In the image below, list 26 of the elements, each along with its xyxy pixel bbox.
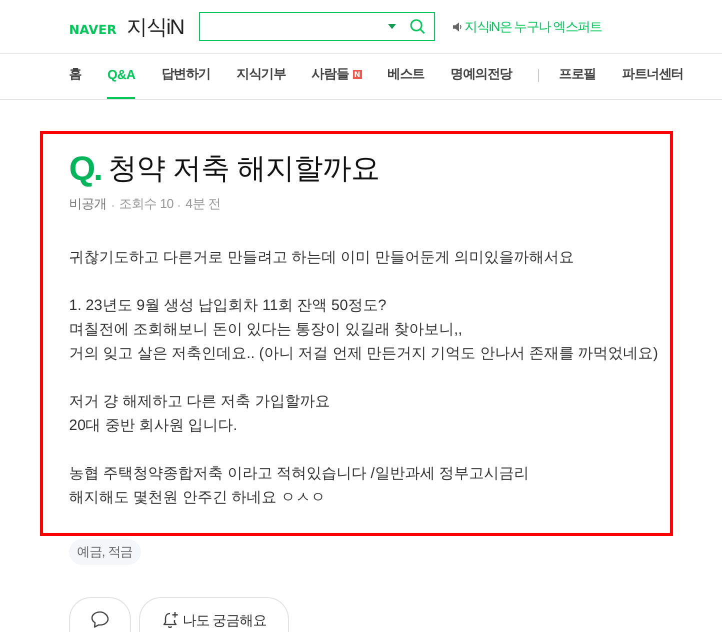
comment-button[interactable] [69,597,131,632]
bell-plus-icon [162,611,179,629]
meta-text: 4분 전 [185,195,221,213]
nav-tab[interactable]: 파트너센터 [622,54,684,99]
topic-tag[interactable]: 예금, 적금 [69,539,141,565]
nav-tab[interactable]: 지식기부 [236,54,286,99]
service-logo[interactable]: 지식iN [126,12,184,40]
body-paragraph: 저거 걍 해제하고 다른 저축 가입할까요 20대 중반 회사원 입니다. [69,392,331,436]
nav-tab[interactable]: 베스트 [388,54,425,99]
caret-icon[interactable] [388,24,396,29]
body-paragraph: 귀찮기도하고 다른거로 만들려고 하는데 이미 만들어둔게 의미있을까해서요 [69,248,576,268]
question-title: 청약 저축 해지할까요 [108,152,380,187]
nav-tab[interactable]: 홈 [69,54,82,99]
body-paragraph: 1. 23년도 9월 생성 납입회차 11회 잔액 50정도? 며칠전에 조회해보니 돈이 있다는 통장이 있길래 찾아보니,, 거의 잊고 살은 저축인데요.. (아니 저걸 언제 만든거지 기억도 안나서 존재를 까먹었네요) [69,296,660,364]
question-marker: Q. [69,151,101,187]
speech-bubble-icon [91,611,109,628]
search-field[interactable] [198,12,435,41]
body-paragraph: 농협 주택청약종합저축 이라고 적혀있습니다 /일반과세 정부고시금리 해지해도 몇천원 안주긴 하네요 ㅇㅅㅇ [69,464,530,508]
search-icon[interactable] [410,19,425,34]
meta-text: 비공개 [69,195,107,213]
curious-button[interactable]: 나도 궁금해요 [139,597,289,632]
nav-tab[interactable]: 명예의전당 [450,54,512,99]
nav-tab[interactable]: 답변하기 [161,54,211,99]
meta-text: 조회수 10 [118,195,174,213]
speaker-icon [452,22,462,32]
nav-tab[interactable]: 프로필 [559,54,596,99]
